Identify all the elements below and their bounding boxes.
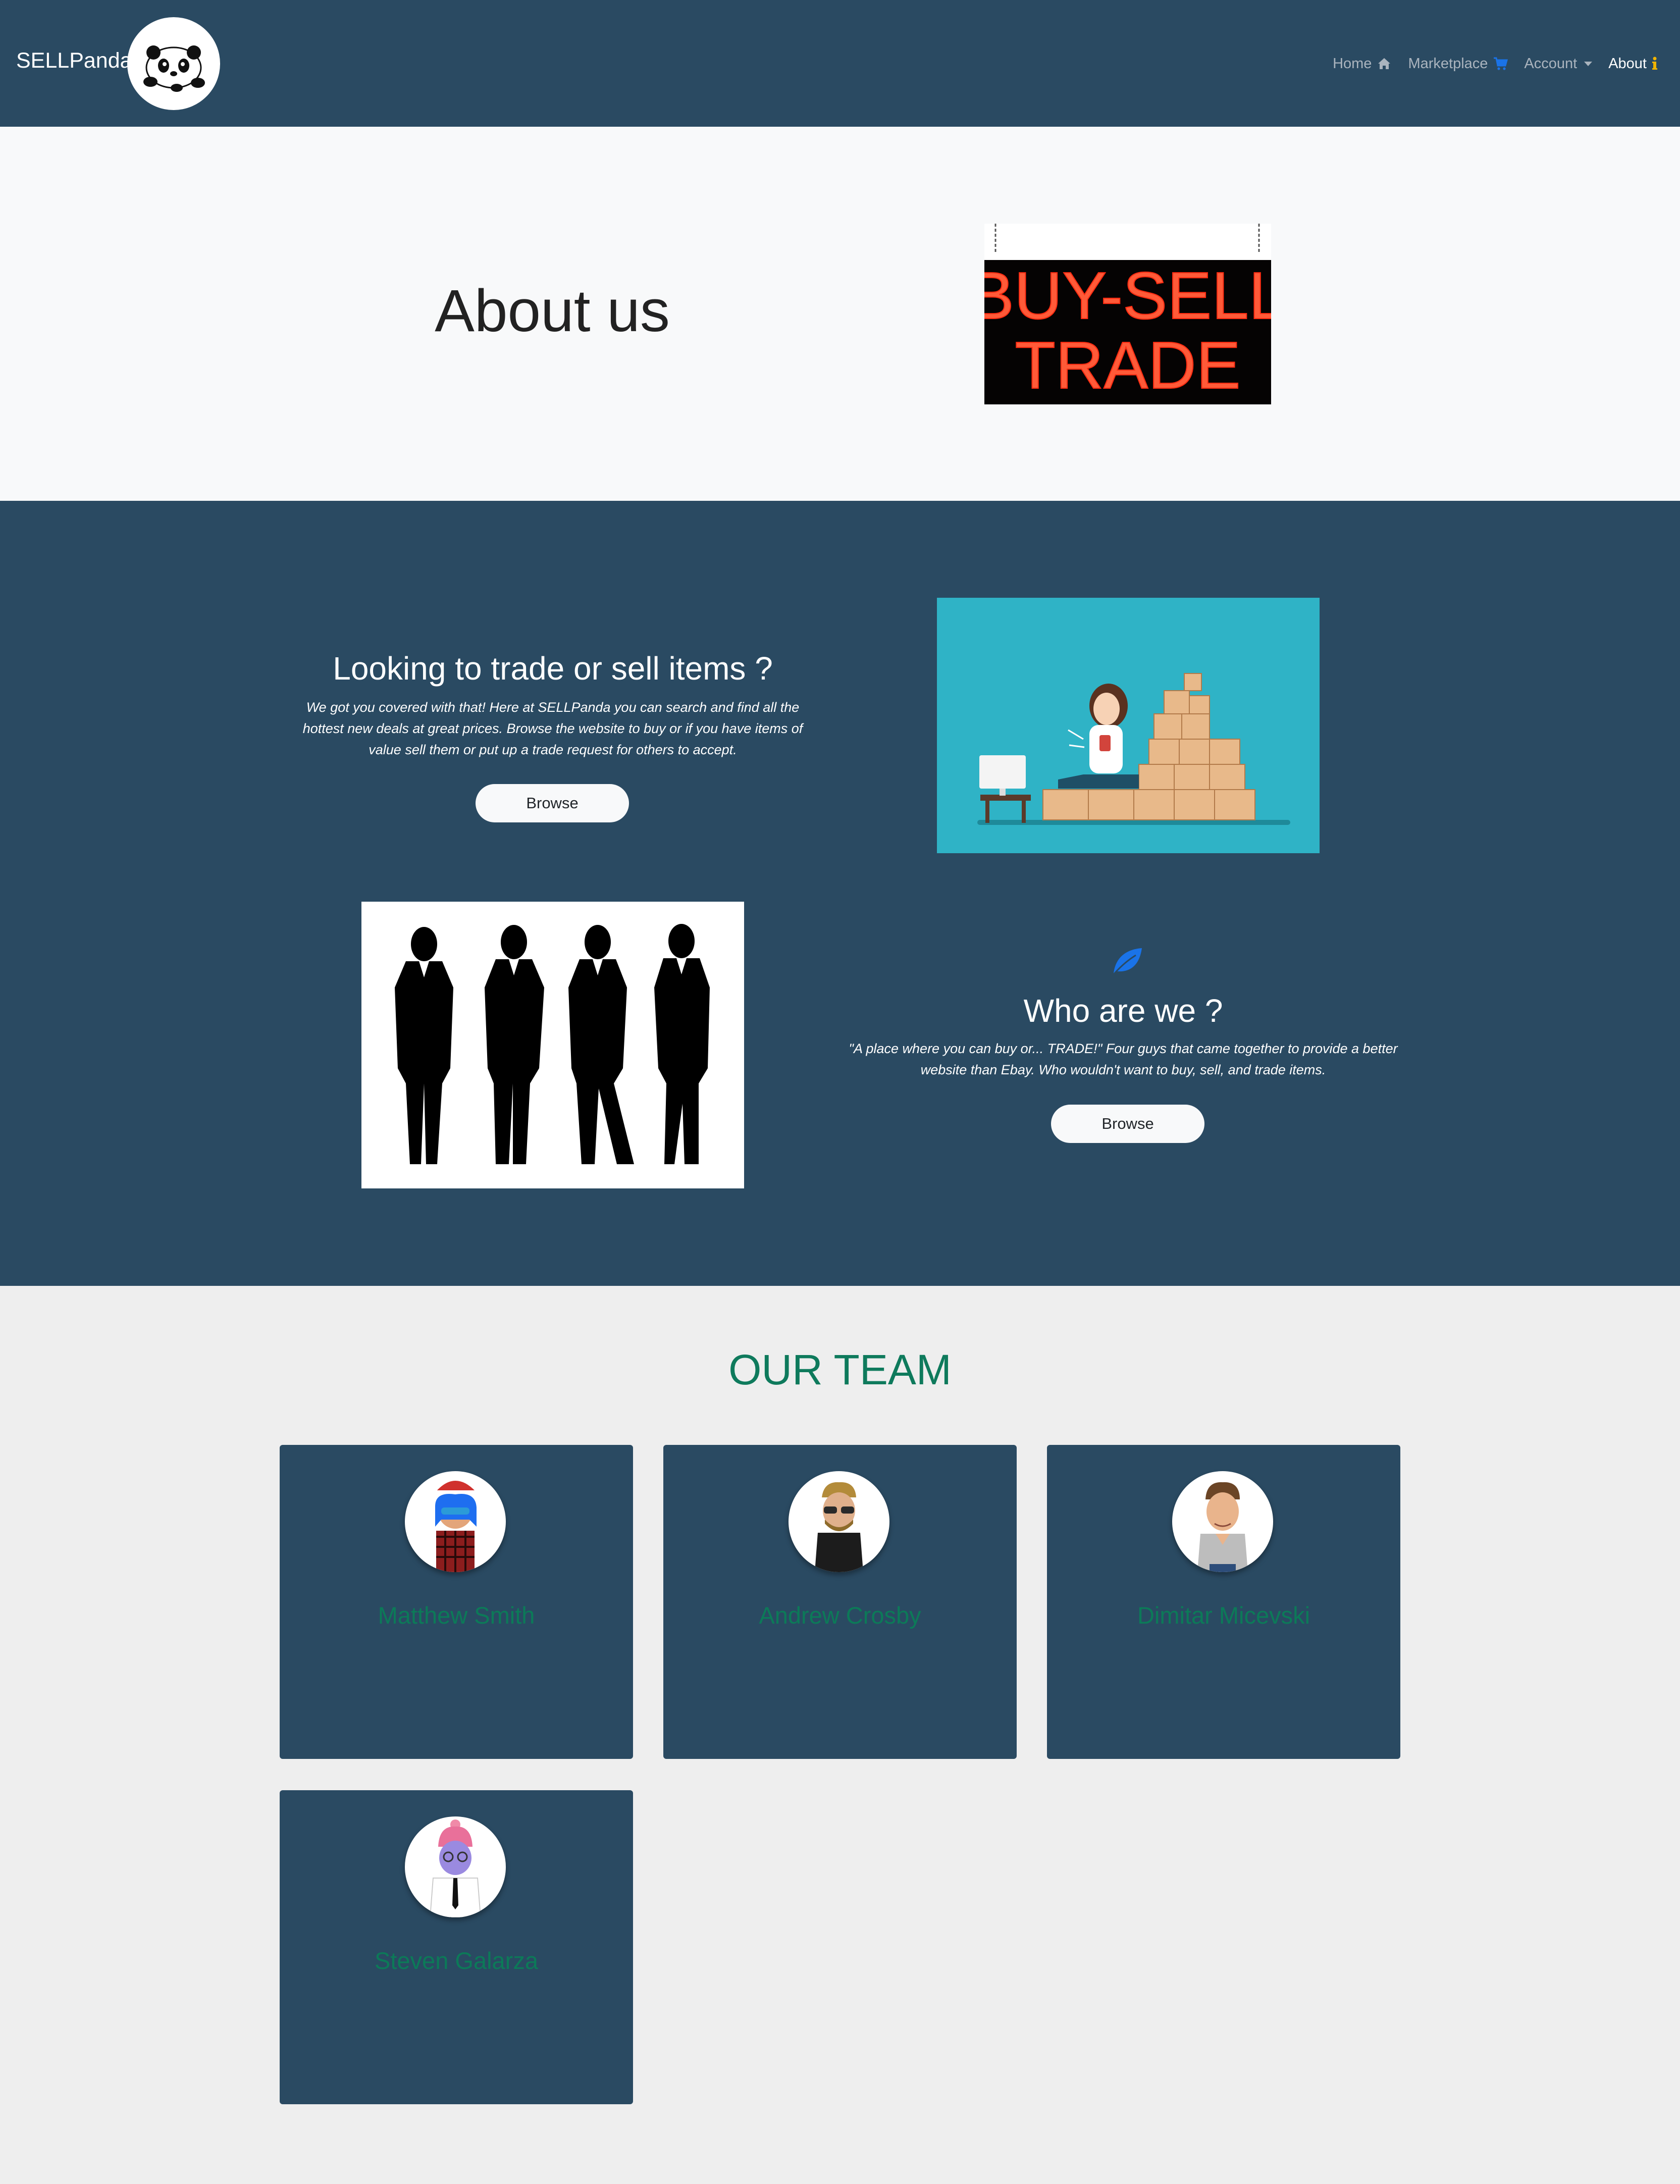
bitmoji-avatar-icon — [1197, 1482, 1248, 1572]
member-name: Steven Galarza — [375, 1947, 538, 1974]
trade-description: We got you covered with that! Here at SE… — [302, 700, 803, 757]
trade-title: Looking to trade or sell items ? — [333, 650, 773, 687]
team-card[interactable]: Matthew Smith — [280, 1445, 633, 1759]
nav-about-label: About — [1608, 55, 1647, 72]
caret-down-icon — [1584, 61, 1593, 66]
nav-about[interactable]: About — [1608, 56, 1658, 72]
panda-icon — [143, 45, 205, 92]
shopping-girl-illustration — [937, 598, 1320, 853]
browse-button[interactable]: Browse — [476, 784, 629, 822]
sign-line-2: TRADE — [1015, 328, 1240, 402]
navbar: SELLPanda Home Marketplace Account About — [0, 0, 1680, 127]
bitmoji-avatar-icon — [434, 1481, 478, 1572]
info-icon — [1652, 57, 1657, 70]
who-title: Who are we ? — [1023, 993, 1223, 1029]
cart-icon — [1494, 57, 1508, 70]
nav-home[interactable]: Home — [1333, 56, 1392, 72]
brand-name[interactable]: SELLPanda — [16, 48, 132, 73]
team-card[interactable]: Steven Galarza — [280, 1790, 633, 2104]
nav-account-label: Account — [1524, 55, 1578, 72]
home-icon — [1378, 58, 1391, 69]
four-men-silhouette-image — [361, 902, 744, 1188]
browse-button[interactable]: Browse — [1051, 1105, 1204, 1143]
nav-menu: Home Marketplace Account About — [1333, 53, 1658, 75]
bitmoji-avatar-icon — [815, 1482, 863, 1572]
nav-marketplace[interactable]: Marketplace — [1408, 56, 1508, 72]
team-title: OUR TEAM — [728, 1346, 952, 1393]
bitmoji-avatar-icon — [429, 1819, 482, 1917]
avatar — [1172, 1471, 1273, 1572]
nav-home-label: Home — [1333, 55, 1372, 72]
team-card[interactable]: Dimitar Micevski — [1047, 1445, 1400, 1759]
info-section — [0, 501, 1680, 1286]
member-name: Matthew Smith — [378, 1602, 535, 1629]
hero-section: About us — [0, 127, 1680, 501]
avatar — [405, 1816, 506, 1917]
team-card[interactable]: Andrew Crosby — [663, 1445, 1017, 1759]
nav-account[interactable]: Account — [1524, 55, 1593, 72]
avatar — [405, 1471, 506, 1572]
sign-line-1: BUY-SELL — [984, 258, 1271, 333]
member-name: Andrew Crosby — [759, 1602, 921, 1629]
buy-sell-trade-sign-image: BUY-SELL TRADE — [984, 224, 1271, 404]
avatar — [789, 1471, 889, 1572]
leaf-icon — [1113, 948, 1142, 975]
page-title: About us — [435, 278, 670, 344]
panda-logo[interactable] — [127, 17, 220, 110]
member-name: Dimitar Micevski — [1137, 1602, 1310, 1629]
who-description: "A place where you can buy or... TRADE!"… — [849, 1041, 1398, 1077]
nav-marketplace-label: Marketplace — [1408, 55, 1488, 72]
